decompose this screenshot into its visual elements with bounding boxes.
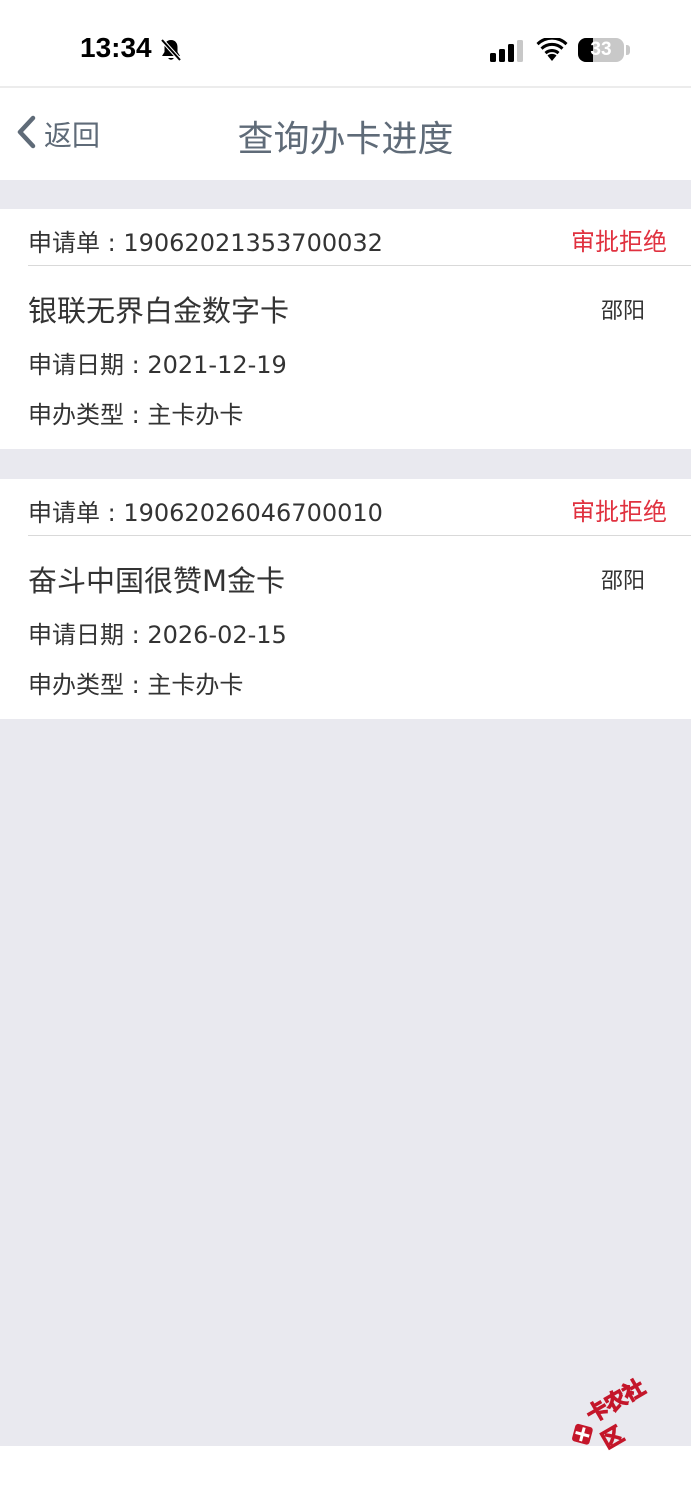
application-card[interactable]: 申请单 : 19062026046700010 审批拒绝 奋斗中国很赞M金卡 邵… <box>0 479 691 719</box>
application-type: 申办类型 : 主卡办卡 <box>28 671 244 699</box>
card-header: 申请单 : 19062021353700032 审批拒绝 <box>28 209 691 266</box>
status-bar: 13:34 33 <box>0 0 691 86</box>
application-status: 审批拒绝 <box>571 228 667 256</box>
application-date: 申请日期 : 2026-02-15 <box>28 621 287 649</box>
nav-bar: 返回 查询办卡进度 <box>0 86 691 180</box>
battery-tip <box>626 45 630 55</box>
application-number: 申请单 : 19062021353700032 <box>28 229 383 257</box>
card-product-name: 奋斗中国很赞M金卡 <box>28 564 286 598</box>
card-header: 申请单 : 19062026046700010 审批拒绝 <box>28 479 691 536</box>
status-time: 13:34 <box>80 32 152 63</box>
battery-icon: 33 <box>578 38 624 62</box>
application-status: 审批拒绝 <box>571 498 667 526</box>
application-type: 申办类型 : 主卡办卡 <box>28 401 244 429</box>
application-number: 申请单 : 19062026046700010 <box>28 499 383 527</box>
card-city: 邵阳 <box>600 569 645 594</box>
battery-level: 33 <box>590 39 612 60</box>
page-title: 查询办卡进度 <box>237 119 454 160</box>
bell-off-icon <box>160 38 182 66</box>
wifi-icon <box>536 36 568 66</box>
cellular-signal-icon <box>490 40 524 66</box>
card-product-name: 银联无界白金数字卡 <box>28 294 290 328</box>
application-card[interactable]: 申请单 : 19062021353700032 审批拒绝 银联无界白金数字卡 邵… <box>0 209 691 449</box>
card-city: 邵阳 <box>600 299 645 324</box>
application-date: 申请日期 : 2021-12-19 <box>28 351 287 379</box>
